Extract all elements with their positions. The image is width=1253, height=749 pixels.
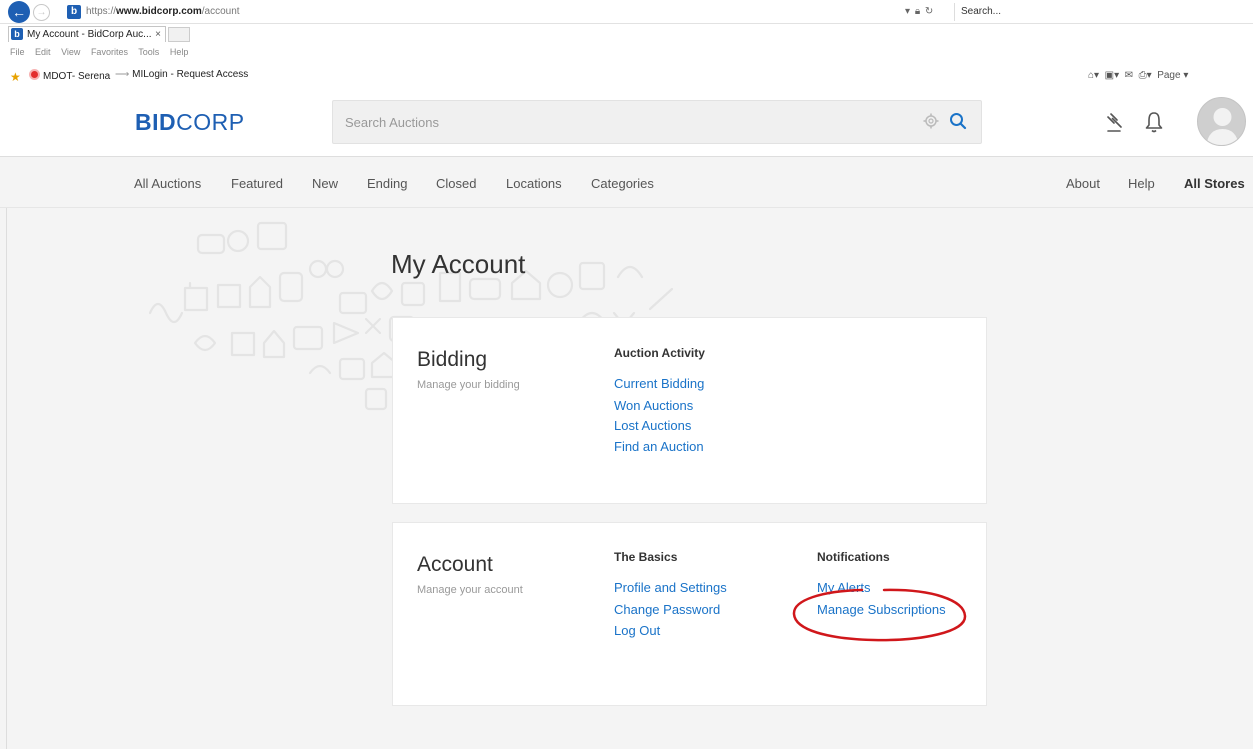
main-content: My Account Bidding Manage your bidding A… — [0, 208, 1253, 749]
lock-icon: 🔒︎ — [914, 6, 922, 17]
nav-help[interactable]: Help — [1128, 176, 1155, 191]
menu-file[interactable]: File — [10, 47, 25, 57]
nav-ending[interactable]: Ending — [367, 176, 407, 191]
search-icon[interactable] — [949, 112, 967, 130]
favorite-label: MILogin - Request Access — [132, 69, 249, 80]
favorite-milogin[interactable]: ⟶ MILogin - Request Access — [115, 69, 248, 80]
site-header: BIDCORP — [0, 89, 1253, 157]
lost-auctions-link[interactable]: Lost Auctions — [614, 418, 691, 433]
new-tab-button[interactable] — [168, 27, 190, 42]
auction-search-bar — [332, 100, 982, 144]
menu-help[interactable]: Help — [170, 47, 189, 57]
menu-bar: File Edit View Favorites Tools Help — [10, 47, 196, 57]
forward-arrow-icon[interactable]: → — [33, 4, 50, 21]
print-icon[interactable]: ⎙▾ — [1139, 70, 1152, 81]
gavel-icon[interactable] — [1105, 111, 1127, 133]
home-icon[interactable]: ⌂▾ — [1088, 70, 1099, 81]
bidding-subtitle: Manage your bidding — [417, 379, 520, 391]
menu-view[interactable]: View — [61, 47, 80, 57]
menu-edit[interactable]: Edit — [35, 47, 51, 57]
menu-favorites[interactable]: Favorites — [91, 47, 128, 57]
favorite-label: MDOT- Serena — [43, 71, 111, 82]
nav-all-stores[interactable]: All Stores — [1184, 176, 1245, 191]
command-bar: ⌂▾ ▣▾ ✉ ⎙▾ Page ▾ — [1088, 70, 1188, 81]
mdot-icon — [29, 69, 40, 80]
menu-tools[interactable]: Tools — [138, 47, 159, 57]
address-tools[interactable]: ▾ 🔒︎ ↻ — [905, 6, 934, 17]
notifications-heading: Notifications — [817, 550, 890, 564]
address-bar-row: ← → b https://www.bidcorp.com/account ▾ … — [0, 0, 1253, 24]
bidding-card: Bidding Manage your bidding Auction Acti… — [392, 317, 987, 504]
url-scheme: https:// — [86, 6, 117, 17]
annotation-circle-icon — [792, 588, 967, 642]
tab-title: My Account - BidCorp Auc... — [27, 29, 152, 40]
url-host: www.bidcorp.com — [116, 6, 202, 17]
gear-icon[interactable] — [923, 113, 939, 129]
favorite-mdot-serena[interactable]: MDOT- Serena — [29, 69, 110, 82]
page-edge-divider — [6, 208, 7, 749]
current-bidding-link[interactable]: Current Bidding — [614, 376, 704, 391]
logo-bold: BID — [135, 109, 177, 135]
bidcorp-logo[interactable]: BIDCORP — [135, 109, 245, 136]
url-path: /account — [201, 6, 240, 17]
browser-chrome: ← → b https://www.bidcorp.com/account ▾ … — [0, 0, 1253, 89]
nav-featured[interactable]: Featured — [231, 176, 283, 191]
profile-settings-link[interactable]: Profile and Settings — [614, 580, 727, 595]
account-title: Account — [417, 553, 493, 576]
favorites-star-icon[interactable]: ★ — [10, 70, 21, 84]
close-tab-icon[interactable]: × — [155, 27, 161, 42]
nav-new[interactable]: New — [312, 176, 338, 191]
bidding-title: Bidding — [417, 348, 488, 371]
site-favicon-icon: b — [67, 5, 81, 19]
nav-categories[interactable]: Categories — [591, 176, 654, 191]
tab-strip: b My Account - BidCorp Auc... × — [0, 25, 1253, 43]
refresh-icon[interactable]: ↻ — [925, 6, 934, 17]
nav-closed[interactable]: Closed — [436, 176, 476, 191]
account-subtitle: Manage your account — [417, 584, 523, 596]
user-silhouette-icon — [1206, 108, 1239, 145]
find-an-auction-link[interactable]: Find an Auction — [614, 439, 704, 454]
mail-icon[interactable]: ✉ — [1125, 70, 1133, 81]
main-nav: All Auctions Featured New Ending Closed … — [0, 157, 1253, 208]
page-title: My Account — [391, 249, 526, 279]
bell-icon[interactable] — [1143, 110, 1165, 134]
page-menu[interactable]: Page ▾ — [1157, 70, 1188, 81]
nav-locations[interactable]: Locations — [506, 176, 562, 191]
back-arrow-icon[interactable]: ← — [8, 1, 30, 23]
auction-activity-heading: Auction Activity — [614, 346, 705, 360]
won-auctions-link[interactable]: Won Auctions — [614, 398, 693, 413]
auction-search-input[interactable] — [333, 101, 903, 143]
nav-all-auctions[interactable]: All Auctions — [134, 176, 201, 191]
link-icon: ⟶ — [115, 69, 133, 80]
the-basics-heading: The Basics — [614, 550, 678, 564]
change-password-link[interactable]: Change Password — [614, 602, 720, 617]
browser-search-input[interactable]: Search... — [954, 3, 1164, 21]
logo-rest: CORP — [176, 109, 245, 135]
log-out-link[interactable]: Log Out — [614, 623, 660, 638]
dropdown-arrow-icon[interactable]: ▾ — [905, 6, 911, 17]
avatar[interactable] — [1197, 97, 1246, 146]
tab-my-account[interactable]: b My Account - BidCorp Auc... × — [8, 26, 166, 42]
address-bar[interactable]: https://www.bidcorp.com/account — [86, 6, 240, 17]
nav-about[interactable]: About — [1066, 176, 1100, 191]
feeds-icon[interactable]: ▣▾ — [1105, 70, 1119, 81]
tab-favicon-icon: b — [11, 28, 23, 40]
favorites-bar: ★ MDOT- Serena ⟶ MILogin - Request Acces… — [0, 66, 1253, 86]
